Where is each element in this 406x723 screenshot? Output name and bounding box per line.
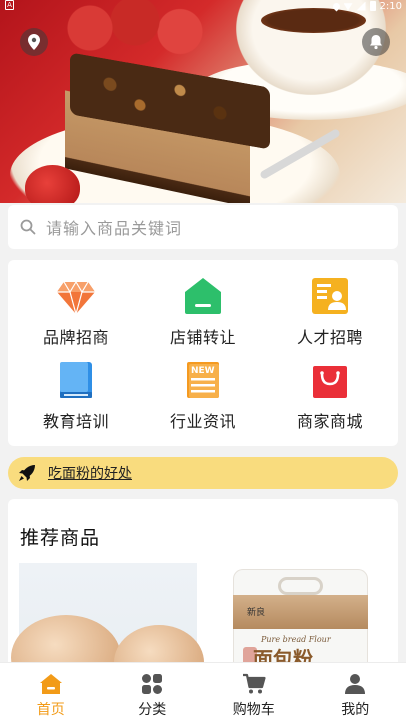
search-icon: [20, 219, 36, 235]
location-button[interactable]: [20, 28, 48, 56]
status-time: 2:10: [379, 0, 402, 12]
battery-icon: [369, 1, 376, 11]
category-label: 品牌招商: [42, 328, 109, 347]
location-pin-icon: [28, 34, 40, 50]
category-label: 教育培训: [42, 412, 109, 431]
notice-bar[interactable]: 吃面粉的好处: [8, 457, 398, 489]
nav-home[interactable]: 首页: [0, 663, 102, 723]
strawberry-decoration: [25, 165, 80, 203]
wifi-icon: [343, 3, 353, 11]
search-bar[interactable]: 请输入商品关键词: [8, 205, 398, 249]
nav-cart[interactable]: 购物车: [203, 663, 305, 723]
category-shop-transfer[interactable]: 店铺转让: [138, 276, 268, 360]
nav-label: 分类: [138, 702, 167, 718]
category-education-training[interactable]: 教育培训: [11, 360, 141, 444]
diamond-icon: [57, 280, 95, 317]
notification-button[interactable]: [362, 28, 390, 56]
signal-icon: [356, 1, 366, 11]
location-icon: [331, 1, 341, 11]
category-grid: 品牌招商 店铺转让 人才招聘 教育培训 NEW 行业资讯 商家商城: [8, 260, 398, 446]
category-label: 行业资讯: [169, 412, 236, 431]
bell-icon: [370, 35, 382, 50]
hero-banner[interactable]: [0, 0, 406, 203]
shop-icon: [185, 278, 221, 314]
resume-icon: [312, 278, 348, 314]
nav-profile[interactable]: 我的: [305, 663, 406, 723]
nav-label: 首页: [36, 702, 65, 718]
category-talent-recruitment[interactable]: 人才招聘: [265, 276, 395, 360]
rocket-icon: [19, 465, 35, 481]
notice-link[interactable]: 吃面粉的好处: [48, 463, 132, 483]
bag-brand-text: 新良: [247, 608, 266, 618]
category-label: 店铺转让: [169, 328, 236, 347]
shopping-bag-icon: [313, 366, 347, 398]
category-label: 人才招聘: [296, 328, 363, 347]
cart-icon: [242, 673, 266, 694]
home-icon: [39, 674, 62, 694]
search-input[interactable]: 请输入商品关键词: [46, 215, 182, 239]
category-industry-news[interactable]: NEW 行业资讯: [138, 360, 268, 444]
book-icon: [60, 362, 92, 398]
sim-icon: A: [5, 0, 14, 10]
status-bar: A 2:10: [0, 0, 406, 12]
nav-label: 我的: [341, 702, 370, 718]
section-title: 推荐商品: [20, 527, 101, 549]
bag-handle: [278, 577, 323, 595]
bottom-navigation: 首页 分类 购物车 我的: [0, 662, 406, 723]
category-brand-investment[interactable]: 品牌招商: [11, 276, 141, 360]
category-merchant-mall[interactable]: 商家商城: [265, 360, 395, 444]
user-icon: [345, 674, 366, 694]
category-label: 商家商城: [296, 412, 363, 431]
news-icon: NEW: [187, 362, 219, 398]
category-icon: [142, 674, 163, 694]
nav-label: 购物车: [232, 702, 275, 718]
svg-text:NEW: NEW: [191, 366, 215, 376]
nav-category[interactable]: 分类: [102, 663, 204, 723]
